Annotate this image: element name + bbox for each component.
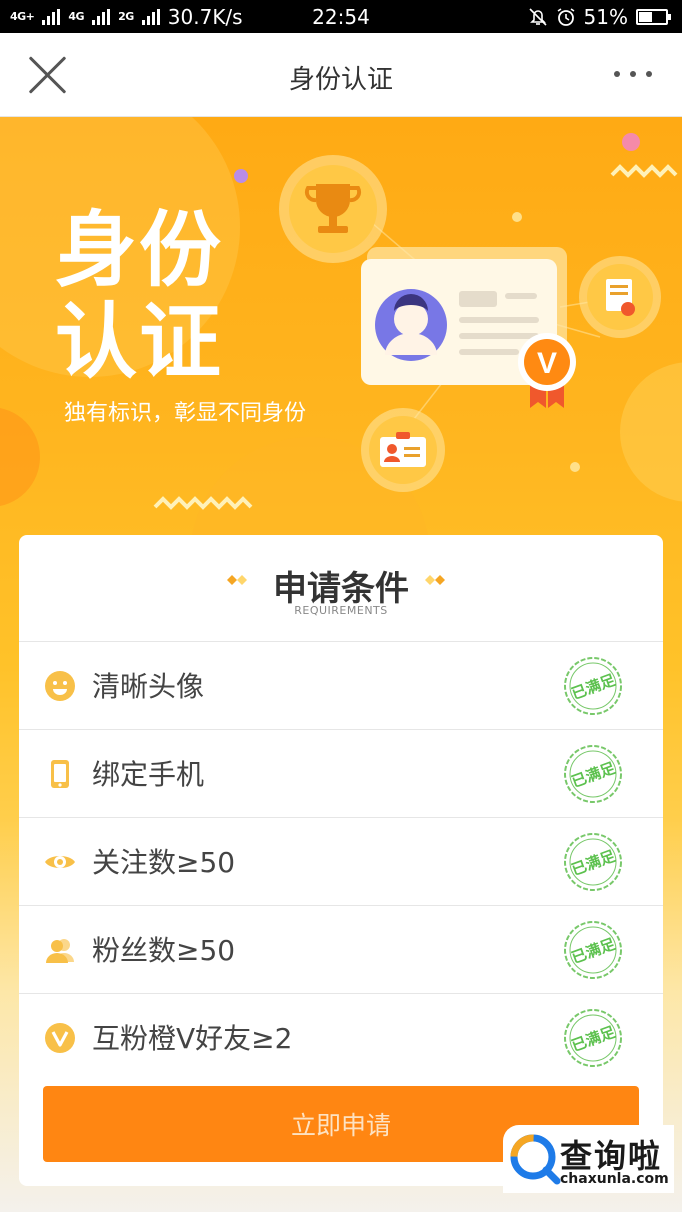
- battery-level: [639, 11, 652, 22]
- hero-title: 身份 认证: [55, 205, 255, 389]
- watermark: 查询啦 chaxunla.com: [503, 1125, 674, 1193]
- svg-text:V: V: [537, 347, 557, 380]
- svg-text:已满足: 已满足: [569, 758, 618, 791]
- v-badge-icon: V: [518, 333, 576, 408]
- requirements-title: 申请条件: [273, 569, 409, 609]
- page-title: 身份认证: [288, 65, 393, 95]
- eye-icon: [45, 856, 75, 868]
- signal-icon-3: [141, 8, 160, 25]
- search-logo-icon: [510, 1134, 561, 1185]
- requirement-label: 绑定手机: [92, 758, 205, 791]
- svg-text:已满足: 已满足: [569, 670, 618, 703]
- mute-bell-icon: [528, 7, 547, 26]
- more-icon[interactable]: [614, 71, 652, 77]
- watermark-url: chaxunla.com: [560, 1171, 669, 1187]
- status-stamp: 已满足: [564, 745, 622, 803]
- network-4g: 4G: [68, 10, 85, 23]
- status-bar: 4G+ 4G 2G 30.7K/s 22:54 51%: [0, 0, 682, 33]
- network-2g: 2G: [118, 10, 134, 23]
- battery-icon: [636, 8, 671, 25]
- status-stamp: 已满足: [564, 921, 622, 979]
- svg-text:已满足: 已满足: [569, 846, 618, 879]
- requirements-subtitle: REQUIREMENTS: [294, 604, 388, 617]
- svg-text:已满足: 已满足: [569, 934, 618, 967]
- requirements-header: 申请条件 REQUIREMENTS: [19, 535, 663, 642]
- requirements-card: 申请条件 REQUIREMENTS 清晰头像 已满足 绑定手机 已满足 关注数≥…: [19, 535, 663, 1186]
- battery-percent: 51%: [583, 4, 628, 29]
- smiley-icon: [45, 671, 75, 701]
- v-badge-icon: [45, 1023, 75, 1053]
- requirement-label: 清晰头像: [92, 670, 205, 703]
- network-4gplus: 4G+: [10, 10, 35, 23]
- status-stamp: 已满足: [564, 833, 622, 891]
- diamond-right-icon: [425, 575, 445, 585]
- phone-icon: [51, 760, 69, 788]
- hero-title-line2: 认证: [55, 295, 224, 390]
- network-speed: 30.7K/s: [167, 4, 243, 29]
- status-stamp: 已满足: [564, 657, 622, 715]
- nav-bar: 身份认证: [0, 33, 682, 117]
- hero-title-line1: 身份: [55, 203, 224, 298]
- status-stamp: 已满足: [564, 1009, 622, 1067]
- requirement-row: 互粉橙V好友≥2 已满足: [19, 994, 663, 1081]
- signal-icon-2: [92, 8, 111, 25]
- requirement-label: 粉丝数≥50: [92, 934, 236, 967]
- contact-card-icon: [361, 408, 445, 492]
- requirement-label: 关注数≥50: [92, 846, 236, 879]
- alarm-icon: [557, 7, 574, 26]
- requirement-row: 关注数≥50 已满足: [19, 818, 663, 906]
- svg-text:已满足: 已满足: [569, 1022, 618, 1055]
- requirement-row: 粉丝数≥50 已满足: [19, 906, 663, 994]
- signal-icon: [42, 8, 61, 25]
- requirement-row: 绑定手机 已满足: [19, 730, 663, 818]
- certificate-icon: [579, 256, 661, 338]
- hero-subtitle: 独有标识，彰显不同身份: [64, 401, 307, 426]
- requirement-row: 清晰头像 已满足: [19, 642, 663, 730]
- requirement-label: 互粉橙V好友≥2: [92, 1022, 293, 1055]
- users-icon: [46, 939, 74, 963]
